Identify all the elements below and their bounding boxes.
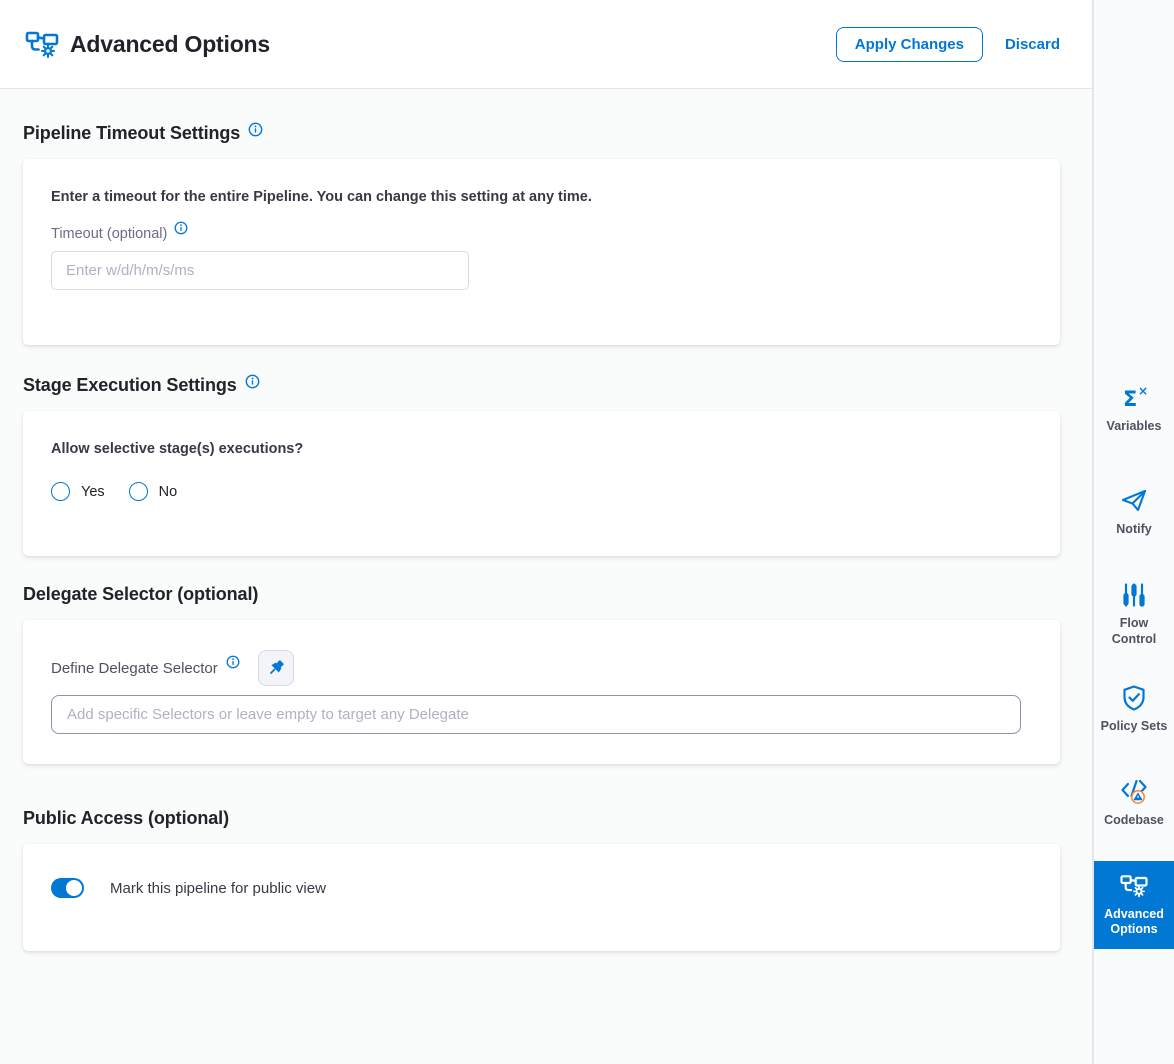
section-heading: Delegate Selector (optional) [23,584,1060,605]
section-heading: Pipeline Timeout Settings [23,123,1060,144]
stage-execution-card: Allow selective stage(s) executions? Yes… [23,411,1060,556]
timeout-field-label-text: Timeout (optional) [51,226,167,242]
pin-button[interactable] [258,650,294,686]
timeout-description: Enter a timeout for the entire Pipeline.… [51,189,1032,205]
sidebar-item-label: Advanced Options [1100,907,1168,938]
radio-option-no[interactable]: No [129,482,178,501]
delegate-selector-input[interactable] [51,695,1021,734]
public-access-card: Mark this pipeline for public view [23,844,1060,951]
svg-text:×: × [1138,384,1148,398]
radio-icon[interactable] [129,482,148,501]
delegate-selector-heading: Delegate Selector (optional) [23,584,258,605]
sidebar-item-policy-sets[interactable]: Policy Sets [1094,684,1174,735]
section-delegate-selector: Delegate Selector (optional) Define Dele… [23,584,1060,764]
delegate-selector-card: Define Delegate Selector [23,620,1060,764]
info-icon[interactable] [248,122,263,137]
settings-content: Pipeline Timeout Settings Enter a timeou… [0,89,1092,1064]
pipeline-timeout-heading: Pipeline Timeout Settings [23,123,240,144]
sliders-icon [1120,581,1148,609]
public-view-toggle-label: Mark this pipeline for public view [110,880,326,897]
public-access-heading: Public Access (optional) [23,808,229,829]
sidebar-item-codebase[interactable]: Codebase [1094,778,1174,829]
timeout-field-label: Timeout (optional) [51,226,1032,242]
radio-label: No [159,484,178,500]
sidebar-item-label: Flow Control [1100,616,1168,647]
section-heading: Stage Execution Settings [23,375,1060,396]
sidebar-item-advanced-options[interactable]: Advanced Options [1094,861,1174,949]
stage-execution-heading: Stage Execution Settings [23,375,237,396]
radio-option-yes[interactable]: Yes [51,482,105,501]
advanced-options-panel: Advanced Options Apply Changes Discard P… [0,0,1174,1064]
delegate-label-row: Define Delegate Selector [51,650,1032,686]
sidebar-item-notify[interactable]: Notify [1094,487,1174,538]
page-title: Advanced Options [70,31,270,58]
section-pipeline-timeout: Pipeline Timeout Settings Enter a timeou… [23,123,1060,345]
selective-stage-question: Allow selective stage(s) executions? [51,441,1032,457]
panel-header: Advanced Options Apply Changes Discard [0,0,1092,89]
pipeline-gear-icon [1119,872,1149,900]
radio-icon[interactable] [51,482,70,501]
selective-stage-radio-group: Yes No [51,482,1032,501]
timeout-input[interactable] [51,251,469,290]
info-icon[interactable] [226,655,240,669]
radio-label: Yes [81,484,105,500]
sidebar-item-label: Variables [1100,419,1168,435]
right-sidebar: Σ × Variables Notify [1092,0,1174,1064]
svg-text:Σ: Σ [1123,387,1137,411]
sidebar-item-label: Policy Sets [1100,719,1168,735]
shield-check-icon [1120,684,1148,712]
sidebar-item-label: Codebase [1100,813,1168,829]
pushpin-icon [266,658,286,678]
info-icon[interactable] [174,221,188,235]
sidebar-item-variables[interactable]: Σ × Variables [1094,384,1174,435]
header-actions: Apply Changes Discard [836,27,1060,62]
sigma-variables-icon: Σ × [1119,384,1149,412]
section-heading: Public Access (optional) [23,808,1060,829]
public-view-toggle-row: Mark this pipeline for public view [51,878,1032,898]
delegate-field-label: Define Delegate Selector [51,660,218,677]
sidebar-item-label: Notify [1100,522,1168,538]
pipeline-gear-icon [24,28,60,60]
sidebar-item-flow-control[interactable]: Flow Control [1094,581,1174,647]
section-stage-execution: Stage Execution Settings Allow selective… [23,375,1060,556]
toggle-knob [66,880,82,896]
section-public-access: Public Access (optional) Mark this pipel… [23,808,1060,951]
code-warning-icon [1119,778,1149,806]
public-view-toggle[interactable] [51,878,84,898]
apply-changes-button[interactable]: Apply Changes [836,27,983,62]
paper-plane-icon [1120,487,1148,515]
info-icon[interactable] [245,374,260,389]
timeout-card: Enter a timeout for the entire Pipeline.… [23,159,1060,345]
main-panel: Advanced Options Apply Changes Discard P… [0,0,1092,1064]
discard-link[interactable]: Discard [1005,36,1060,53]
